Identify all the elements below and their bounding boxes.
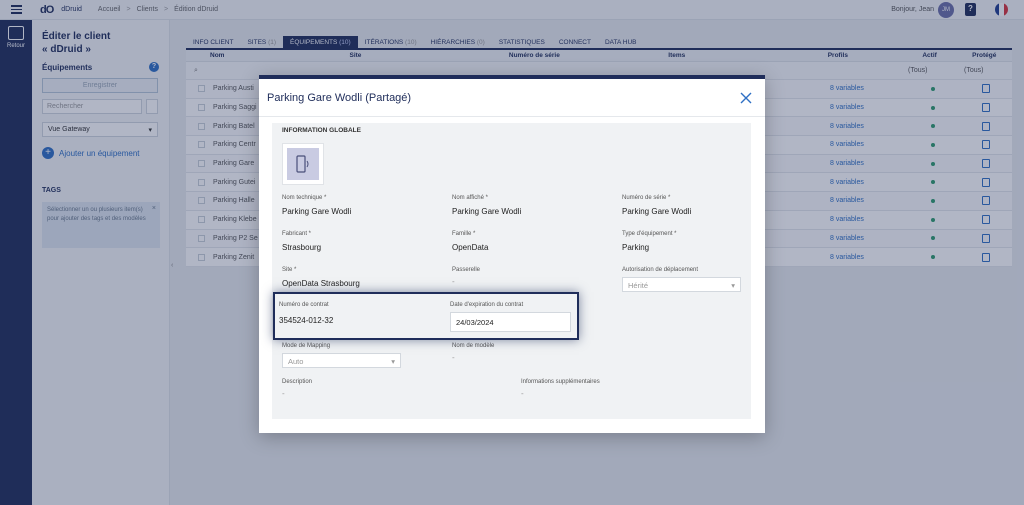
field-type-equipement: Type d'équipement * Parking	[622, 231, 677, 252]
field-site: Site * OpenData Strasbourg	[282, 267, 360, 288]
field-infos-supplementaires: Informations supplémentaires -	[521, 379, 600, 398]
chevron-down-icon: ▾	[391, 357, 395, 366]
section-title: INFORMATION GLOBALE	[282, 127, 361, 134]
equipment-modal: Parking Gare Wodli (Partagé) INFORMATION…	[259, 75, 765, 433]
contract-expiration-input[interactable]: 24/03/2024	[450, 312, 571, 332]
contract-number-value: 354524-012-32	[279, 316, 334, 325]
close-icon	[740, 92, 752, 103]
contract-expiration-label: Date d'expiration du contrat	[450, 302, 524, 308]
field-numero-serie: Numéro de série * Parking Gare Wodli	[622, 195, 692, 216]
field-nom-modele: Nom de modèle -	[452, 343, 495, 362]
chevron-down-icon: ▾	[731, 281, 735, 290]
field-passerelle: Passerelle -	[452, 267, 481, 286]
modal-title: Parking Gare Wodli (Partagé)	[267, 91, 412, 104]
field-famille: Famille * OpenData	[452, 231, 489, 252]
mapping-select[interactable]: Auto ▾	[282, 353, 401, 368]
close-button[interactable]	[735, 87, 757, 109]
field-fabricant: Fabricant * Strasbourg	[282, 231, 322, 252]
field-mode-mapping: Mode de Mapping Auto ▾	[282, 343, 401, 368]
field-autorisation: Autorisation de déplacement Hérité ▾	[622, 267, 741, 292]
contract-section: Numéro de contrat 354524-012-32 Date d'e…	[273, 292, 579, 340]
field-nom-technique: Nom technique * Parking Gare Wodli	[282, 195, 352, 216]
device-image	[282, 143, 324, 185]
field-nom-affiche: Nom affiché * Parking Gare Wodli	[452, 195, 522, 216]
device-icon	[287, 148, 319, 180]
field-description: Description -	[282, 379, 313, 398]
modal-header: Parking Gare Wodli (Partagé)	[259, 79, 765, 117]
autorisation-select[interactable]: Hérité ▾	[622, 277, 741, 292]
contract-number-label: Numéro de contrat	[279, 302, 329, 308]
modal-body: INFORMATION GLOBALE Nom technique * Park…	[272, 123, 751, 419]
